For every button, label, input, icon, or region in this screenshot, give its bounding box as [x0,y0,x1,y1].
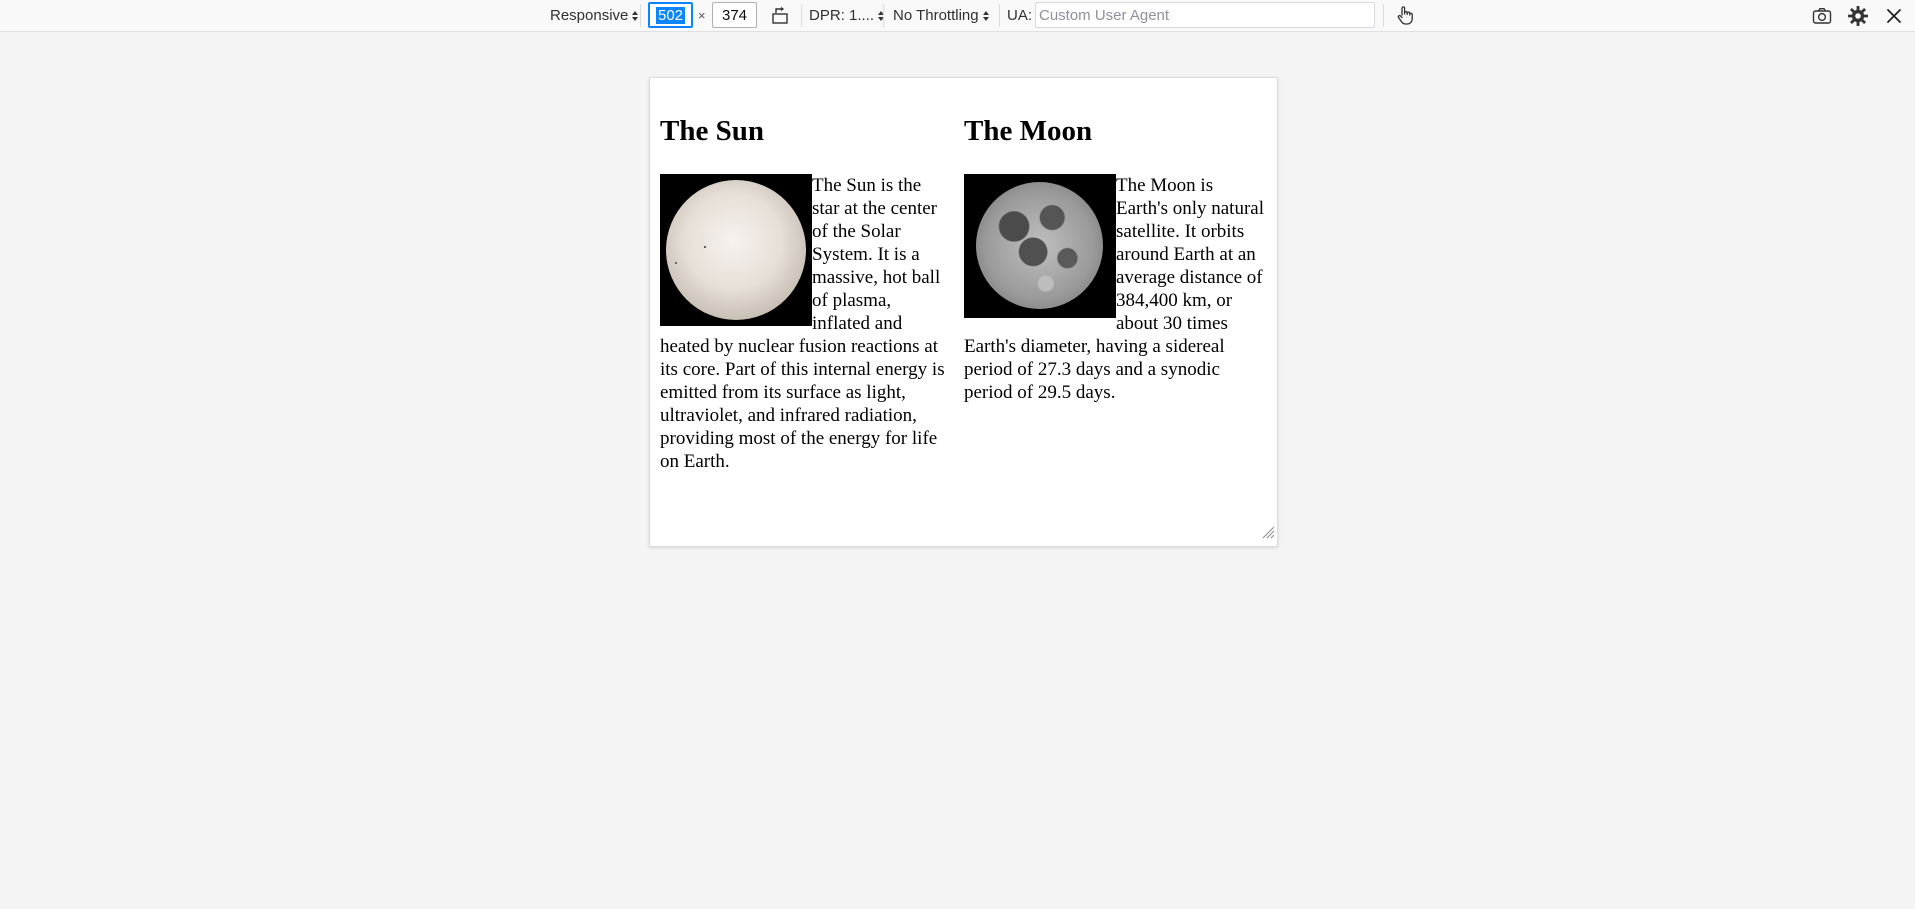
sun-paragraph: The Sun is the star at the center of the… [660,175,945,472]
moon-paragraph: The Moon is Earth's only natural satelli… [964,175,1264,403]
dpr-selector[interactable]: DPR: 1.... [809,0,885,31]
viewport-width-input[interactable]: 502 [648,2,693,28]
responsive-viewport: The Sun The Sun is the star at the cente… [649,77,1278,547]
toolbar-divider [999,4,1000,27]
moon-heading: The Moon [964,115,1093,147]
toolbar-divider [801,4,802,27]
user-agent-input[interactable]: Custom User Agent [1035,2,1375,28]
toolbar-divider [883,4,884,27]
updown-arrows-icon [982,10,989,21]
user-agent-placeholder: Custom User Agent [1039,6,1170,24]
sun-heading: The Sun [660,115,764,147]
rotate-icon[interactable] [768,4,792,28]
dpr-selector-label: DPR: 1.... [809,7,875,24]
screenshot-camera-icon[interactable] [1810,4,1834,28]
viewport-width-value: 502 [655,6,686,24]
device-selector-label: Responsive [550,7,629,24]
viewport-resize-handle[interactable] [1261,525,1275,544]
ua-label: UA: [1007,7,1033,24]
updown-arrows-icon [632,10,639,21]
rdm-toolbar: Responsive 502 × 374 DPR: 1.... No Throt… [0,0,1915,32]
dimension-times-sign: × [698,8,706,23]
viewport-height-value: 374 [721,6,748,24]
close-icon[interactable] [1882,4,1906,28]
moon-section: The Moon The Moon is Earth's only natura… [964,78,1267,404]
settings-gear-icon[interactable] [1845,3,1871,29]
sun-section: The Sun The Sun is the star at the cente… [660,78,950,473]
viewport-height-input[interactable]: 374 [712,2,757,28]
device-selector[interactable]: Responsive [550,0,639,31]
throttling-selector[interactable]: No Throttling [893,0,989,31]
throttling-selector-label: No Throttling [893,7,979,24]
toolbar-divider [640,4,641,27]
touch-hand-icon[interactable] [1393,3,1417,27]
toolbar-divider [1383,4,1384,27]
